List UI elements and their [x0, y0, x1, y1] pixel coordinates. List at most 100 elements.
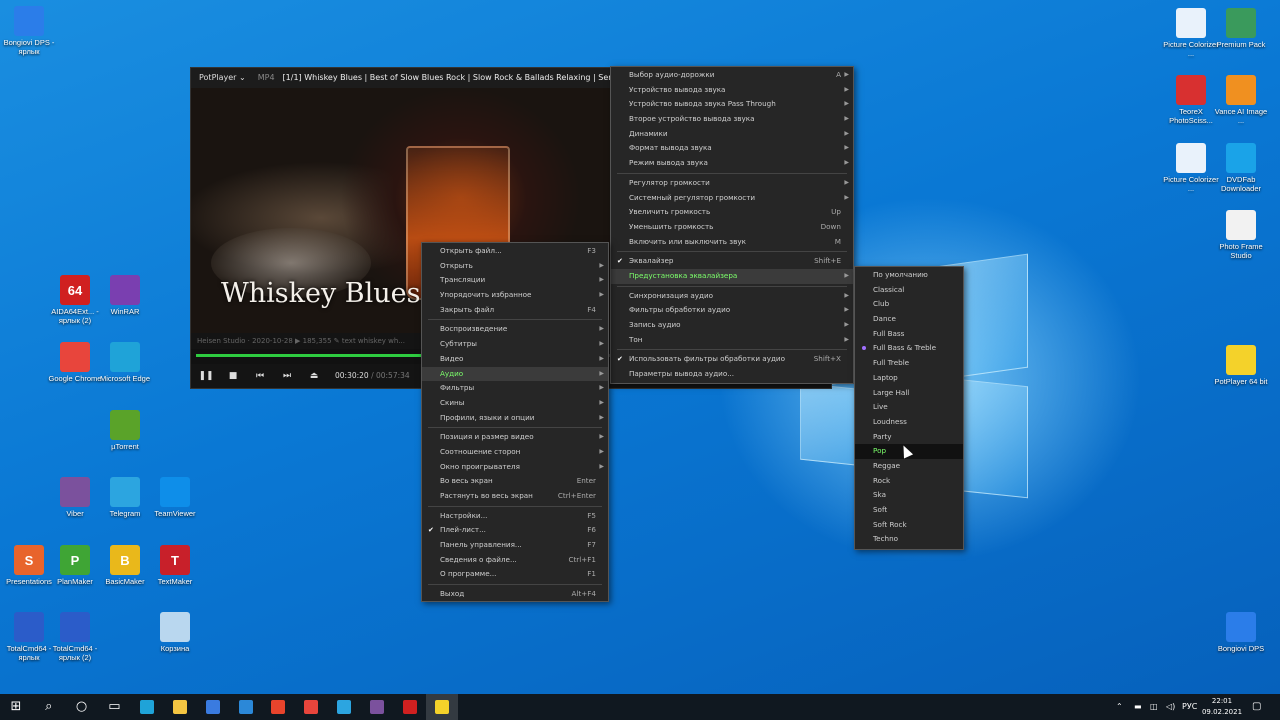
- office-icon[interactable]: [262, 694, 294, 720]
- menu-item[interactable]: Режим вывода звука ▶: [611, 156, 853, 171]
- eject-button[interactable]: ⏏: [305, 368, 323, 384]
- menu-item[interactable]: Выбор аудио-дорожки A ▶: [611, 68, 853, 83]
- menu-item[interactable]: Второе устройство вывода звука ▶: [611, 112, 853, 127]
- menu-item[interactable]: Воспроизведение ▶: [422, 322, 608, 337]
- menu-item[interactable]: О программе... F1: [422, 567, 608, 582]
- desktop-icon[interactable]: Корзина: [146, 612, 204, 653]
- file-explorer-icon[interactable]: [164, 694, 196, 720]
- menu-item[interactable]: Окно проигрывателя ▶: [422, 460, 608, 475]
- menu-item[interactable]: Закрыть файл F4: [422, 303, 608, 318]
- previous-button[interactable]: ⏮: [251, 368, 269, 384]
- desktop-icon[interactable]: TotalCmd64 - ярлык (2): [46, 612, 104, 662]
- menu-item[interactable]: Настройки... F5: [422, 509, 608, 524]
- menu-item[interactable]: Устройство вывода звука Pass Through ▶: [611, 97, 853, 112]
- menu-item[interactable]: Large Hall: [855, 386, 963, 401]
- menu-item[interactable]: Открыть ▶: [422, 259, 608, 274]
- notifications-icon[interactable]: ▢: [1252, 694, 1261, 720]
- menu-item[interactable]: Субтитры ▶: [422, 337, 608, 352]
- menu-item[interactable]: Системный регулятор громкости ▶: [611, 191, 853, 206]
- menu-item[interactable]: Ska: [855, 488, 963, 503]
- menu-item[interactable]: Профили, языки и опции ▶: [422, 411, 608, 426]
- menu-item[interactable]: ✔ Использовать фильтры обработки аудио Shi…: [611, 352, 853, 367]
- desktop-icon[interactable]: TeamViewer: [146, 477, 204, 518]
- desktop-icon[interactable]: µTorrent: [96, 410, 154, 451]
- language-indicator[interactable]: РУС: [1182, 694, 1197, 720]
- menu-item[interactable]: Фильтры обработки аудио ▶: [611, 303, 853, 318]
- app-red-icon[interactable]: [394, 694, 426, 720]
- menu-item[interactable]: Сведения о файле... Ctrl+F1: [422, 553, 608, 568]
- menu-item[interactable]: Соотношение сторон ▶: [422, 445, 608, 460]
- menu-item[interactable]: Classical: [855, 283, 963, 298]
- desktop-icon[interactable]: Bongiovi DPS: [1212, 612, 1270, 653]
- start-icon[interactable]: ⊞: [0, 694, 32, 720]
- menu-item[interactable]: Видео ▶: [422, 352, 608, 367]
- menu-item[interactable]: Тон ▶: [611, 333, 853, 348]
- player-app-menu[interactable]: PotPlayer ⌄: [191, 73, 246, 82]
- menu-item[interactable]: Club: [855, 297, 963, 312]
- menu-item[interactable]: Динамики ▶: [611, 127, 853, 142]
- menu-item[interactable]: Soft Rock: [855, 518, 963, 533]
- menu-item[interactable]: Laptop: [855, 371, 963, 386]
- menu-item[interactable]: Full Bass & Treble: [855, 341, 963, 356]
- tray-app-icon[interactable]: ▬: [1134, 694, 1142, 720]
- menu-item[interactable]: Увеличить громкость Up: [611, 205, 853, 220]
- menu-item[interactable]: Reggae: [855, 459, 963, 474]
- menu-item[interactable]: Включить или выключить звук M: [611, 235, 853, 250]
- task-view-icon[interactable]: ▭: [98, 694, 130, 720]
- menu-item[interactable]: Открыть файл... F3: [422, 244, 608, 259]
- store-icon[interactable]: [197, 694, 229, 720]
- desktop-icon[interactable]: T TextMaker: [146, 545, 204, 586]
- menu-item[interactable]: Выход Alt+F4: [422, 587, 608, 602]
- menu-item[interactable]: Уменьшить громкость Down: [611, 220, 853, 235]
- menu-item[interactable]: Party: [855, 430, 963, 445]
- menu-item[interactable]: Во весь экран Enter: [422, 474, 608, 489]
- next-button[interactable]: ⏭: [278, 368, 296, 384]
- menu-item[interactable]: ✔ Плей-лист... F6: [422, 523, 608, 538]
- viber-icon[interactable]: [361, 694, 393, 720]
- desktop-icon[interactable]: Premium Pack: [1212, 8, 1270, 49]
- menu-item[interactable]: Позиция и размер видео ▶: [422, 430, 608, 445]
- stop-button[interactable]: ■: [224, 368, 242, 384]
- menu-item[interactable]: Регулятор громкости ▶: [611, 176, 853, 191]
- chrome-icon[interactable]: [295, 694, 327, 720]
- menu-item[interactable]: Dance: [855, 312, 963, 327]
- search-icon[interactable]: ⌕: [33, 694, 65, 720]
- menu-item[interactable]: Techno: [855, 532, 963, 547]
- mail-icon[interactable]: [230, 694, 262, 720]
- menu-item[interactable]: Трансляции ▶: [422, 273, 608, 288]
- desktop-icon[interactable]: Microsoft Edge: [96, 342, 154, 383]
- menu-item[interactable]: Soft: [855, 503, 963, 518]
- menu-item[interactable]: Панель управления... F7: [422, 538, 608, 553]
- menu-item[interactable]: Предустановка эквалайзера ▶: [611, 268, 853, 284]
- clock[interactable]: 22:01 09.02.2021: [1200, 696, 1244, 718]
- menu-item[interactable]: Устройство вывода звука ▶: [611, 83, 853, 98]
- menu-item[interactable]: Loudness: [855, 415, 963, 430]
- menu-item[interactable]: ✔ Эквалайзер Shift+E: [611, 254, 853, 269]
- desktop-icon[interactable]: Photo Frame Studio: [1212, 210, 1270, 260]
- menu-item[interactable]: Формат вывода звука ▶: [611, 141, 853, 156]
- menu-item[interactable]: Синхронизация аудио ▶: [611, 289, 853, 304]
- telegram-icon[interactable]: [328, 694, 360, 720]
- desktop-icon[interactable]: Bongiovi DPS - ярлык: [0, 6, 58, 56]
- tray-chevron-icon[interactable]: ⌃: [1116, 694, 1123, 720]
- desktop-icon[interactable]: DVDFab Downloader: [1212, 143, 1270, 193]
- desktop-icon[interactable]: Vance AI Image ...: [1212, 75, 1270, 125]
- menu-item[interactable]: Фильтры ▶: [422, 381, 608, 396]
- menu-item[interactable]: Параметры вывода аудио...: [611, 367, 853, 382]
- menu-item[interactable]: Live: [855, 400, 963, 415]
- menu-item[interactable]: Растянуть во весь экран Ctrl+Enter: [422, 489, 608, 504]
- volume-icon[interactable]: ◁): [1166, 694, 1175, 720]
- menu-item[interactable]: Аудио ▶: [422, 366, 608, 382]
- menu-item[interactable]: Запись аудио ▶: [611, 318, 853, 333]
- desktop-icon[interactable]: PotPlayer 64 bit: [1212, 345, 1270, 386]
- menu-item[interactable]: По умолчанию: [855, 268, 963, 283]
- potplayer-icon[interactable]: [426, 694, 459, 720]
- menu-item[interactable]: Full Bass: [855, 327, 963, 342]
- menu-item[interactable]: Full Treble: [855, 356, 963, 371]
- menu-item[interactable]: Скины ▶: [422, 396, 608, 411]
- pause-button[interactable]: ❚❚: [197, 368, 215, 384]
- desktop-icon[interactable]: WinRAR: [96, 275, 154, 316]
- edge-icon[interactable]: [131, 694, 163, 720]
- menu-item[interactable]: Упорядочить избранное ▶: [422, 288, 608, 303]
- network-icon[interactable]: ◫: [1150, 694, 1158, 720]
